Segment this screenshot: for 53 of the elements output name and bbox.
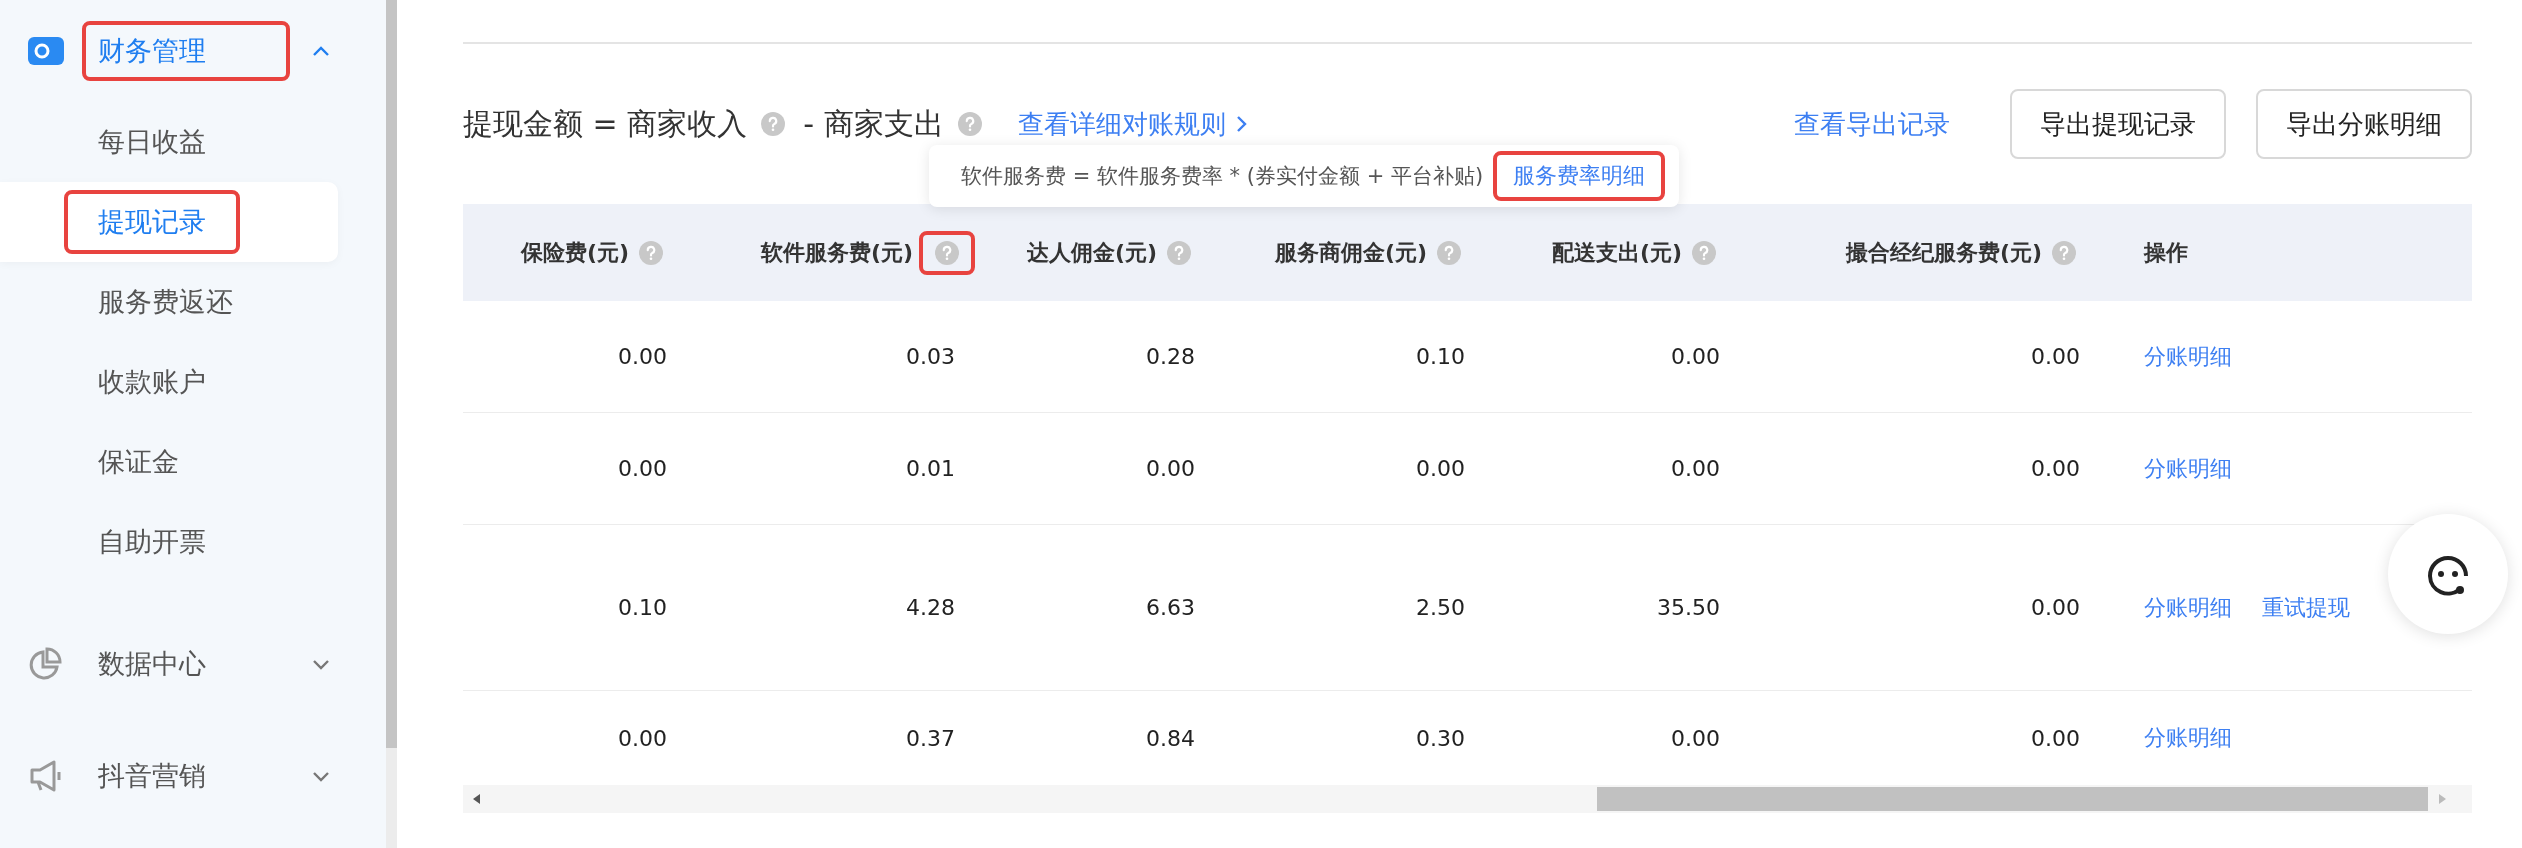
column-header: 达人佣金(元) (1026, 238, 1157, 267)
export-button[interactable]: 导出提现记录 (2010, 89, 2226, 159)
table-cell: 0.00 (1671, 456, 1720, 481)
rules-link[interactable]: 查看详细对账规则 (1017, 106, 1250, 142)
table-cell: 0.10 (618, 595, 667, 620)
action-link[interactable]: 分账明细 (2144, 453, 2232, 484)
table-cell: 2.50 (1416, 595, 1465, 620)
sidebar-item[interactable]: 服务费返还 (64, 270, 267, 334)
table-cell: 0.37 (906, 725, 955, 751)
sidebar-group[interactable]: 数据中心 (82, 634, 222, 694)
sidebar-item[interactable]: 自助开票 (64, 510, 240, 574)
action-link[interactable]: 分账明细 (2144, 723, 2232, 753)
table-cell: 0.00 (1671, 725, 1720, 751)
action-link[interactable]: 分账明细 (2144, 341, 2232, 372)
sidebar-group[interactable]: 财务管理 (82, 21, 290, 81)
table-cell: 0.00 (2031, 344, 2080, 369)
table-cell: 0.00 (1146, 456, 1195, 481)
table-cell: 0.00 (1416, 456, 1465, 481)
sidebar-group[interactable]: 抖音营销 (82, 746, 222, 806)
table-cell: 0.00 (618, 456, 667, 481)
table-cell: 0.00 (1671, 344, 1720, 369)
table-cell: 0.28 (1146, 344, 1195, 369)
table-cell: 0.10 (1416, 344, 1465, 369)
table-cell: 0.00 (618, 725, 667, 751)
column-header: 撮合经纪服务费(元) (1845, 238, 2042, 267)
formula-text: - 商家支出 (803, 104, 944, 143)
column-header: 软件服务费(元) (760, 238, 913, 267)
action-link[interactable]: 分账明细 (2144, 592, 2232, 623)
rate-detail-link[interactable]: 服务费率明细 (1493, 151, 1666, 201)
formula-text: 提现金额 = 商家收入 (463, 104, 748, 143)
table-cell: 4.28 (906, 595, 955, 620)
table-cell: 0.30 (1416, 725, 1465, 751)
sidebar-item[interactable]: 保证金 (64, 430, 213, 494)
sidebar-item[interactable]: 每日收益 (64, 110, 240, 174)
table-cell: 6.63 (1146, 595, 1195, 620)
table-cell: 0.03 (906, 344, 955, 369)
column-header: 操作 (2144, 238, 2188, 267)
export-button[interactable]: 导出分账明细 (2256, 89, 2472, 159)
table-cell: 0.00 (618, 344, 667, 369)
table-cell: 0.00 (2031, 725, 2080, 751)
table-cell: 0.01 (906, 456, 955, 481)
table-cell: 0.00 (2031, 456, 2080, 481)
tooltip-text: 软件服务费 = 软件服务费率 * (券实付金额 + 平台补贴) (961, 163, 1484, 190)
table-cell: 0.00 (2031, 595, 2080, 620)
column-header: 配送支出(元) (1551, 238, 1682, 267)
sidebar-item[interactable]: 收款账户 (64, 350, 240, 414)
export-log-link[interactable]: 查看导出记录 (1794, 106, 1950, 142)
table-cell: 35.50 (1657, 595, 1720, 620)
column-header: 服务商佣金(元) (1274, 238, 1427, 267)
table-cell: 0.84 (1146, 725, 1195, 751)
sidebar-item[interactable]: 提现记录 (64, 190, 240, 254)
column-header: 保险费(元) (520, 238, 629, 267)
action-link[interactable]: 重试提现 (2262, 592, 2350, 623)
